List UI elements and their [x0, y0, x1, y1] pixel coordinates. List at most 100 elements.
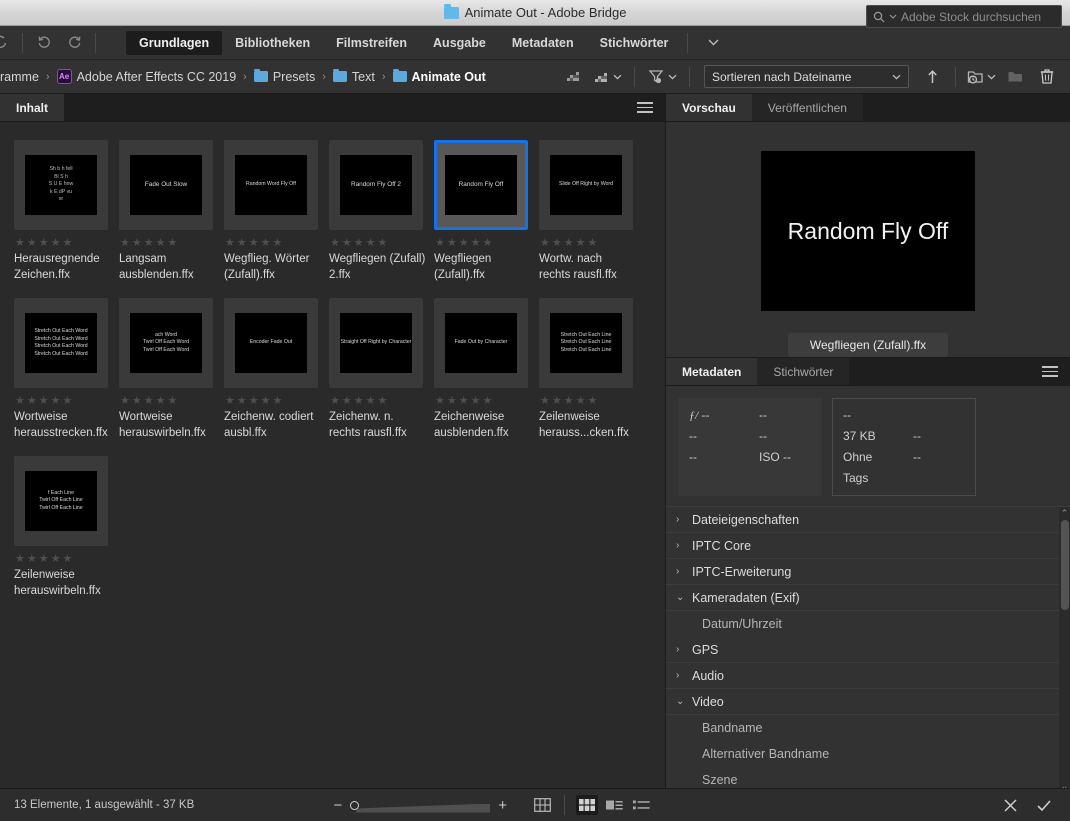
star-icon[interactable]: ★	[51, 394, 61, 407]
metadata-group-row[interactable]: ⌄ Video	[666, 689, 1070, 715]
grid-view-icon[interactable]	[531, 795, 553, 815]
rating-stars[interactable]: ★ ★ ★ ★ ★	[435, 394, 539, 407]
star-icon[interactable]: ★	[237, 236, 247, 249]
star-icon[interactable]: ★	[168, 236, 178, 249]
thumbnail-item[interactable]: Fade Out by Character ★ ★ ★ ★ ★ Zeichenweise a…	[434, 298, 539, 441]
rotate-left-icon[interactable]	[29, 30, 59, 56]
star-icon[interactable]: ★	[564, 236, 574, 249]
thumbnail-item[interactable]: Fade Out Slow ★ ★ ★ ★ ★ Langsam ausblenden.ffx	[119, 140, 224, 283]
star-icon[interactable]: ★	[552, 394, 562, 407]
star-icon[interactable]: ★	[552, 236, 562, 249]
star-icon[interactable]: ★	[249, 236, 259, 249]
star-icon[interactable]: ★	[63, 552, 73, 565]
rating-stars[interactable]: ★ ★ ★ ★ ★	[15, 394, 119, 407]
star-icon[interactable]: ★	[39, 552, 49, 565]
metadata-field-row[interactable]: Datum/Uhrzeit	[666, 611, 1070, 637]
workspace-tab-ausgabe[interactable]: Ausgabe	[420, 31, 499, 55]
star-icon[interactable]: ★	[576, 236, 586, 249]
star-icon[interactable]: ★	[483, 394, 493, 407]
star-icon[interactable]: ★	[273, 236, 283, 249]
zoom-out-button[interactable]: −	[333, 797, 342, 814]
star-icon[interactable]: ★	[459, 236, 469, 249]
chevron-down-icon[interactable]: ⌄	[676, 696, 692, 707]
breadcrumb-item-1[interactable]: Ae Adobe After Effects CC 2019	[56, 69, 236, 84]
thumbnail-grid-area[interactable]: Sh b h fell Bl S h S U E hnw k E dP vu x…	[0, 122, 665, 788]
thumbnail-box[interactable]: f Each Line Twirl Off Each Line Twirl Of…	[14, 456, 108, 547]
star-icon[interactable]: ★	[483, 236, 493, 249]
filter-funnel-icon[interactable]	[643, 64, 681, 90]
rating-stars[interactable]: ★ ★ ★ ★ ★	[15, 236, 119, 249]
star-icon[interactable]: ★	[588, 236, 598, 249]
chevron-right-icon[interactable]: ›	[676, 644, 692, 655]
metadata-group-row[interactable]: › IPTC Core	[666, 533, 1070, 559]
thumbnail-item[interactable]: Random Word Fly Off ★ ★ ★ ★ ★ Wegflieg. Wörter…	[224, 140, 329, 283]
metadata-group-row[interactable]: › IPTC-Erweiterung	[666, 559, 1070, 585]
rating-stars[interactable]: ★ ★ ★ ★ ★	[120, 394, 224, 407]
star-icon[interactable]: ★	[237, 394, 247, 407]
star-icon[interactable]: ★	[564, 394, 574, 407]
star-icon[interactable]: ★	[15, 236, 25, 249]
star-icon[interactable]: ★	[132, 394, 142, 407]
star-icon[interactable]: ★	[354, 236, 364, 249]
rating-stars[interactable]: ★ ★ ★ ★ ★	[225, 236, 329, 249]
rating-stars[interactable]: ★ ★ ★ ★ ★	[330, 236, 434, 249]
thumbnail-size-slider[interactable]	[350, 800, 490, 810]
thumbnail-box[interactable]: Sh b h fell Bl S h S U E hnw k E dP vu x…	[14, 140, 108, 230]
scroll-up-icon[interactable]: ⌃	[1061, 507, 1069, 519]
content-panel-menu-button[interactable]	[625, 94, 665, 121]
thumbnail-box[interactable]: Fade Out Slow	[119, 140, 213, 230]
search-input[interactable]: Adobe Stock durchsuchen	[866, 5, 1062, 28]
star-icon[interactable]: ★	[156, 394, 166, 407]
thumbnail-box[interactable]: Encoder Fade Out	[224, 298, 318, 389]
breadcrumb-item-4[interactable]: Animate Out	[392, 68, 486, 84]
rotate-right-icon[interactable]	[59, 30, 89, 56]
metadata-group-row[interactable]: ⌄ Kameradaten (Exif)	[666, 585, 1070, 611]
thumbnail-box[interactable]: Straight Off Right by Character	[329, 298, 423, 389]
star-icon[interactable]: ★	[261, 236, 271, 249]
workspace-tab-grundlagen[interactable]: Grundlagen	[126, 30, 223, 55]
thumbnail-item[interactable]: Stretch Out Each Line Stretch Out Each L…	[539, 298, 644, 441]
preview-image[interactable]: Random Fly Off	[761, 151, 975, 311]
thumbnail-box[interactable]: Stretch Out Each Word Stretch Out Each W…	[14, 298, 108, 389]
recent-folder-icon[interactable]	[964, 64, 998, 90]
star-icon[interactable]: ★	[273, 394, 283, 407]
thumbnail-item[interactable]: f Each Line Twirl Off Each Line Twirl Of…	[14, 456, 119, 599]
rating-stars[interactable]: ★ ★ ★ ★ ★	[120, 236, 224, 249]
star-icon[interactable]: ★	[120, 394, 130, 407]
metadata-field-row[interactable]: Bandname	[666, 715, 1070, 741]
star-icon[interactable]: ★	[225, 236, 235, 249]
thumbnail-item[interactable]: Random Fly Off ★ ★ ★ ★ ★ Wegfliegen (Zufall).f…	[434, 140, 539, 283]
star-icon[interactable]: ★	[588, 394, 598, 407]
star-icon[interactable]: ★	[378, 236, 388, 249]
thumbnail-box[interactable]: Random Fly Off 2	[329, 140, 423, 230]
thumbnail-box[interactable]: Random Word Fly Off	[224, 140, 318, 230]
star-icon[interactable]: ★	[15, 394, 25, 407]
chevron-right-icon[interactable]: ›	[676, 514, 692, 525]
star-icon[interactable]: ★	[447, 236, 457, 249]
tab-inhalt[interactable]: Inhalt	[0, 94, 64, 121]
workspace-tab-filmstreifen[interactable]: Filmstreifen	[323, 31, 420, 55]
tab-stichworter[interactable]: Stichwörter	[757, 358, 850, 385]
thumbnail-item[interactable]: Sh b h fell Bl S h S U E hnw k E dP vu x…	[14, 140, 119, 283]
breadcrumb-item-2[interactable]: Presets	[253, 68, 315, 84]
chevron-right-icon[interactable]: ›	[676, 670, 692, 681]
back-arrow-icon[interactable]	[0, 30, 16, 56]
rating-stars[interactable]: ★ ★ ★ ★ ★	[225, 394, 329, 407]
metadata-scrollbar[interactable]: ⌃ ⌄	[1059, 507, 1070, 793]
trash-icon[interactable]	[1032, 64, 1062, 90]
rating-stars[interactable]: ★ ★ ★ ★ ★	[15, 552, 119, 565]
rating-stars[interactable]: ★ ★ ★ ★ ★	[540, 236, 644, 249]
star-icon[interactable]: ★	[249, 394, 259, 407]
star-icon[interactable]: ★	[144, 236, 154, 249]
star-icon[interactable]: ★	[144, 394, 154, 407]
metadata-group-row[interactable]: › Dateieigenschaften	[666, 507, 1070, 533]
star-icon[interactable]: ★	[132, 236, 142, 249]
tab-veroffentlichen[interactable]: Veröffentlichen	[751, 94, 863, 121]
breadcrumb-item-3[interactable]: Text	[332, 68, 375, 84]
star-icon[interactable]: ★	[51, 552, 61, 565]
star-icon[interactable]: ★	[51, 236, 61, 249]
sort-select[interactable]: Sortieren nach Dateiname	[704, 65, 909, 88]
thumbnail-box[interactable]: Slide Off Right by Word	[539, 140, 633, 230]
star-icon[interactable]: ★	[330, 236, 340, 249]
star-icon[interactable]: ★	[15, 552, 25, 565]
